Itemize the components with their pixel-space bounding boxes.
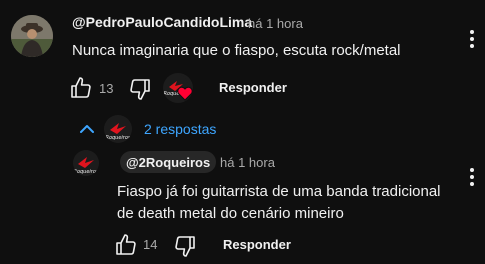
comment-author[interactable]: @PedroPauloCandidoLima [72,14,252,30]
reply-timestamp[interactable]: há 1 hora [220,155,275,170]
comment-text: Nunca imaginaria que o fiaspo, escuta ro… [72,42,401,59]
replies-count-label[interactable]: 2 respostas [144,121,216,137]
heart-icon [177,86,193,101]
comment-timestamp[interactable]: há 1 hora [248,16,303,31]
reply-text: Fiaspo já foi guitarrista de uma banda t… [117,183,441,222]
comment-more-options-icon[interactable] [470,30,474,48]
like-icon[interactable] [69,76,93,100]
dislike-icon[interactable] [128,77,152,101]
replies-toggle-button[interactable]: Roqueiros 2 respostas [78,115,216,143]
svg-text:Roqueiros: Roqueiros [73,169,98,175]
reply-author-chip[interactable]: @2Roqueiros [120,151,217,173]
reply-like-count: 14 [143,237,158,252]
reply-reply-button[interactable]: Responder [223,237,291,252]
commenter-avatar[interactable] [11,15,53,57]
like-count: 13 [99,81,114,96]
chevron-up-icon [80,125,94,133]
reply-author[interactable]: @2Roqueiros [126,155,210,170]
user-photo-icon [11,15,53,57]
roqueiros-avatar-icon: Roqueiros [104,115,132,143]
reply-more-options-icon[interactable] [470,168,474,186]
reply-like-icon[interactable] [114,233,138,257]
reply-author-avatar[interactable]: Roqueiros [73,150,99,176]
svg-text:Roqueiros: Roqueiros [105,135,130,141]
reply-dislike-icon[interactable] [173,234,197,258]
creator-heart-badge: Roqueiros [163,73,193,103]
reply-button[interactable]: Responder [219,80,287,95]
